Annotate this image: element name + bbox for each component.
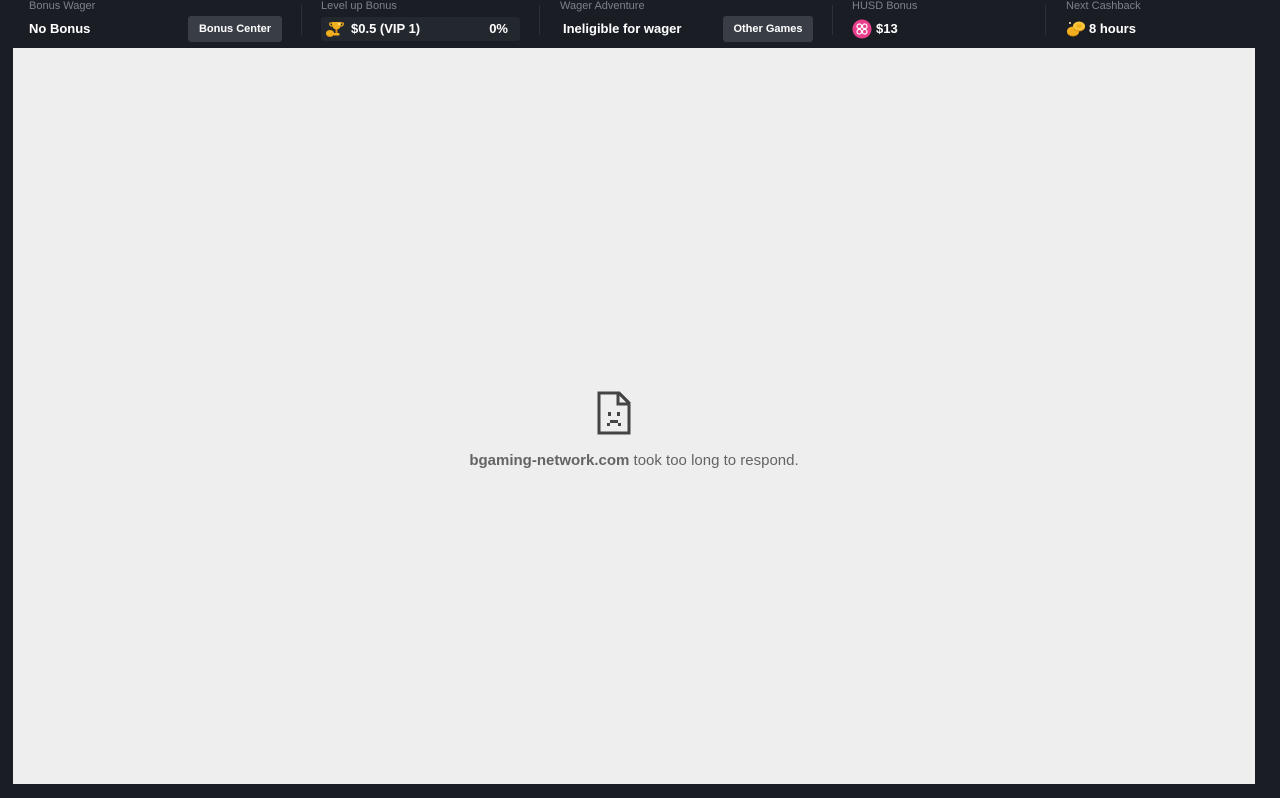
wager-adventure-label: Wager Adventure [560,0,645,12]
divider [1045,5,1046,35]
bonus-center-button[interactable]: Bonus Center [188,16,282,42]
husd-coin-icon [852,19,872,39]
trophy-coins-icon [326,22,344,37]
game-frame: bgaming-network.com took too long to res… [13,48,1255,784]
husd-bonus-section: HUSD Bonus $13 [852,0,1012,47]
cashback-coins-icon [1067,21,1085,37]
level-up-value: $0.5 (VIP 1) [351,21,421,36]
divider [301,5,302,35]
bonus-wager-value: No Bonus [29,21,91,36]
wager-adventure-section: Wager Adventure Ineligible for wager [560,0,730,47]
wager-adventure-value: Ineligible for wager [563,21,682,36]
next-cashback-label: Next Cashback [1066,0,1141,12]
error-text: took too long to respond. [629,452,799,469]
error-message: bgaming-network.com took too long to res… [13,452,1255,469]
level-up-progress-box: $0.5 (VIP 1) 0% [321,17,520,41]
next-cashback-section: Next Cashback 8 hours [1066,0,1246,47]
error-host: bgaming-network.com [469,452,630,469]
husd-bonus-value: $13 [876,21,898,36]
bonus-wager-label: Bonus Wager [29,0,96,12]
other-games-button[interactable]: Other Games [723,16,813,42]
level-up-label: Level up Bonus [321,0,397,12]
husd-bonus-label: HUSD Bonus [852,0,918,12]
sad-file-icon [597,391,631,435]
level-up-percent: 0% [489,21,508,36]
next-cashback-value: 8 hours [1089,21,1136,36]
bonus-topbar: Bonus Wager No Bonus Bonus Center Level … [0,0,1280,47]
divider [539,5,540,35]
divider [832,5,833,35]
